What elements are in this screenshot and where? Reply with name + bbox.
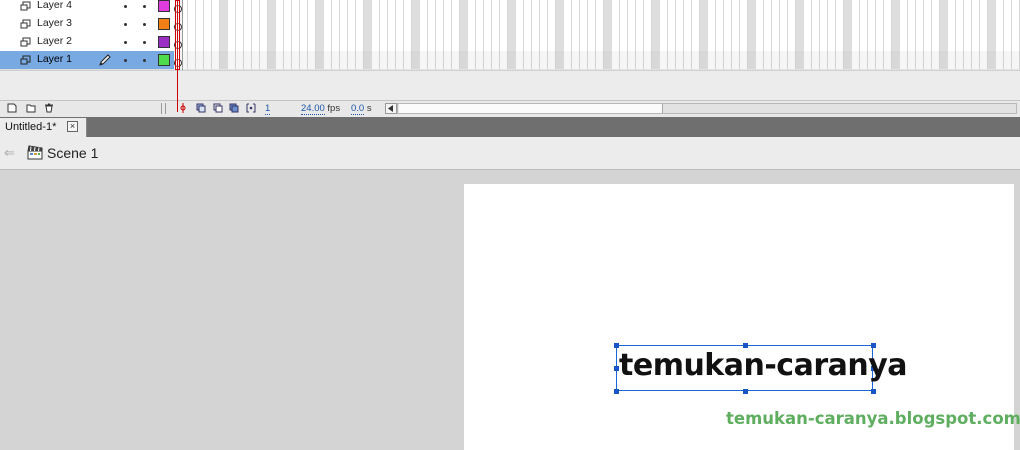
watermark-text: temukan-caranya.blogspot.com bbox=[726, 409, 1020, 428]
frames-row-4[interactable] bbox=[180, 0, 1020, 16]
toolbar-divider bbox=[161, 103, 162, 114]
new-folder-icon[interactable] bbox=[26, 103, 36, 113]
layer-page-icon bbox=[20, 19, 31, 29]
lock-dot[interactable] bbox=[143, 23, 146, 26]
timeline-toolbar: 1 24.00 fps 0.0 s bbox=[0, 100, 1020, 118]
visibility-dot[interactable] bbox=[124, 59, 127, 62]
layer-name: Layer 4 bbox=[37, 0, 73, 11]
scrollbar-thumb[interactable] bbox=[399, 104, 663, 113]
triangle-left-icon bbox=[388, 105, 393, 112]
outline-color-swatch[interactable] bbox=[158, 36, 170, 48]
frames-row-2[interactable] bbox=[180, 33, 1020, 52]
elapsed-time-unit: s bbox=[366, 103, 372, 114]
layer-page-icon bbox=[20, 37, 31, 47]
onion-skin-icon[interactable] bbox=[196, 103, 206, 113]
playhead-line[interactable] bbox=[177, 0, 178, 112]
frames-row-1[interactable] bbox=[180, 51, 1020, 70]
outline-color-swatch[interactable] bbox=[158, 0, 170, 12]
frame-rate-value[interactable]: 24.00 bbox=[301, 103, 325, 115]
onion-skin-outlines-icon[interactable] bbox=[213, 103, 223, 113]
outline-color-swatch[interactable] bbox=[158, 54, 170, 66]
lock-dot[interactable] bbox=[143, 59, 146, 62]
outline-color-swatch[interactable] bbox=[158, 18, 170, 30]
modify-onion-markers-icon[interactable] bbox=[246, 103, 256, 113]
visibility-dot[interactable] bbox=[124, 23, 127, 26]
clapperboard-icon bbox=[27, 145, 43, 160]
resize-handle[interactable] bbox=[871, 389, 876, 394]
scene-label[interactable]: Scene 1 bbox=[47, 145, 98, 161]
pencil-icon bbox=[99, 54, 111, 66]
layer-page-icon bbox=[20, 55, 31, 65]
document-tab[interactable]: Untitled-1* × bbox=[0, 118, 87, 137]
document-tab-bar: Untitled-1* × bbox=[0, 117, 1020, 137]
stage-text[interactable]: temukan-caranya bbox=[619, 348, 908, 383]
resize-handle[interactable] bbox=[743, 389, 748, 394]
layer-page-icon bbox=[20, 1, 31, 11]
layer-row-2[interactable]: Layer 2 bbox=[0, 33, 174, 52]
resize-handle[interactable] bbox=[614, 389, 619, 394]
document-tab-title: Untitled-1* bbox=[5, 121, 57, 133]
layer-name: Layer 3 bbox=[37, 17, 73, 29]
close-icon[interactable]: × bbox=[67, 121, 78, 132]
layer-name: Layer 2 bbox=[37, 35, 73, 47]
visibility-dot[interactable] bbox=[124, 5, 127, 8]
lock-dot[interactable] bbox=[143, 5, 146, 8]
layer-name: Layer 1 bbox=[37, 53, 73, 65]
visibility-dot[interactable] bbox=[124, 41, 127, 44]
frames-row-3[interactable] bbox=[180, 15, 1020, 34]
center-frame-icon[interactable] bbox=[178, 103, 188, 113]
elapsed-time-value[interactable]: 0.0 bbox=[351, 103, 365, 115]
timeline-panel: Layer 4 Layer 3 Layer 2 Layer 1 1 24.00 … bbox=[0, 0, 1020, 118]
layer-row-4[interactable]: Layer 4 bbox=[0, 0, 174, 16]
timeline-empty-area bbox=[0, 70, 1020, 101]
back-arrow-icon[interactable]: ⇐ bbox=[4, 145, 15, 161]
frame-rate-unit: fps bbox=[327, 103, 341, 114]
layer-row-1[interactable]: Layer 1 bbox=[0, 51, 174, 70]
new-layer-icon[interactable] bbox=[7, 103, 17, 113]
lock-dot[interactable] bbox=[143, 41, 146, 44]
toolbar-divider bbox=[165, 103, 166, 114]
layer-row-3[interactable]: Layer 3 bbox=[0, 15, 174, 34]
edit-multiple-frames-icon[interactable] bbox=[229, 103, 239, 113]
scroll-left-button[interactable] bbox=[385, 103, 397, 114]
edit-bar: ⇐ Scene 1 bbox=[0, 137, 1020, 170]
current-frame-value[interactable]: 1 bbox=[265, 103, 271, 115]
trash-icon[interactable] bbox=[44, 103, 54, 113]
